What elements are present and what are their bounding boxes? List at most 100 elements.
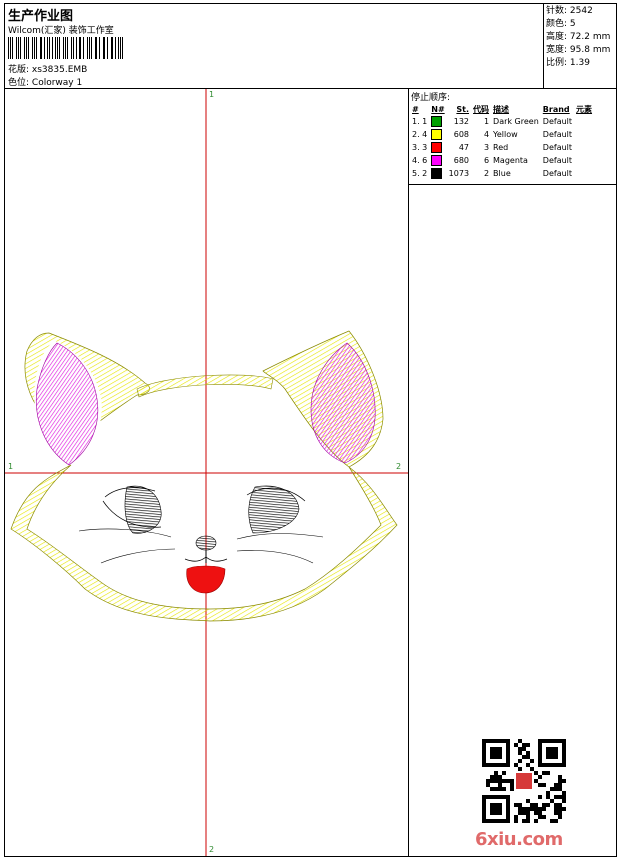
barcode-bar xyxy=(99,37,100,59)
color-description: Red xyxy=(493,143,509,152)
design-label: 花版: xyxy=(8,65,30,75)
spec-height: 高度: 72.2 mm xyxy=(546,32,611,42)
element-cell xyxy=(574,115,594,128)
thread-brand: Default xyxy=(542,156,573,165)
barcode-bar xyxy=(15,37,17,59)
barcode-bar xyxy=(88,37,90,59)
header-info: 生产作业图 Wilcom(汇家) 装饰工作室 花版: xs3835.EMB 色位… xyxy=(5,4,544,88)
stop-sequence-title: 停止顺序: xyxy=(411,93,451,103)
axis-label-top: 1 xyxy=(209,90,215,99)
color-swatch xyxy=(429,154,446,167)
cat-embroidery-design xyxy=(5,89,408,856)
color-swatch-box xyxy=(431,116,443,127)
color-code: 3 xyxy=(483,143,490,152)
col-brand: Brand xyxy=(542,104,570,114)
whisker-right-1 xyxy=(236,533,324,540)
spec-colors: 颜色: 5 xyxy=(546,19,576,29)
color-description: Dark Green xyxy=(493,117,539,126)
thread-brand: Default xyxy=(542,143,573,152)
production-sheet: 生产作业图 Wilcom(汇家) 装饰工作室 花版: xs3835.EMB 色位… xyxy=(4,3,617,857)
table-row: 3. 3 47 3 Red Default xyxy=(410,141,594,154)
barcode-bar xyxy=(72,37,74,59)
barcode-bar xyxy=(80,37,82,59)
stop-sequence-table: # N# St. 代码 描述 Brand 元素 1. 1 132 1 Dark Gre… xyxy=(410,103,594,180)
element-cell xyxy=(574,141,594,154)
element-cell xyxy=(574,154,594,167)
color-swatch-box xyxy=(431,155,443,166)
barcode-bar xyxy=(63,37,64,59)
barcode-bar xyxy=(35,37,37,59)
whisker-left-1 xyxy=(78,528,172,538)
design-specs: 针数: 2542 颜色: 5 高度: 72.2 mm 宽度: 95.8 mm 比… xyxy=(546,5,610,70)
col-code: 代码 xyxy=(473,104,490,114)
barcode-bar xyxy=(20,37,21,59)
barcode xyxy=(8,37,126,59)
color-code: 4 xyxy=(483,130,490,139)
barcode-bar xyxy=(28,37,30,59)
barcode-bar xyxy=(43,37,45,59)
table-divider xyxy=(409,184,616,185)
stop-index: 3. 3 xyxy=(412,143,428,152)
barcode-bar xyxy=(67,37,69,59)
barcode-bar xyxy=(96,37,97,59)
barcode-bar xyxy=(8,37,9,59)
color-swatch-box xyxy=(431,142,443,153)
thread-brand: Default xyxy=(542,169,573,178)
right-eye xyxy=(248,485,300,534)
axis-label-left: 1 xyxy=(8,462,14,471)
sheet-header: 生产作业图 Wilcom(汇家) 装饰工作室 花版: xs3835.EMB 色位… xyxy=(5,4,616,89)
table-row: 2. 4 608 4 Yellow Default xyxy=(410,128,594,141)
colorway-name: Colorway 1 xyxy=(31,78,83,88)
col-description: 描述 xyxy=(493,104,510,114)
color-swatch xyxy=(429,115,446,128)
barcode-bar xyxy=(47,37,49,59)
thread-brand: Default xyxy=(542,117,573,126)
qr-logo-icon xyxy=(516,773,532,789)
stop-index: 5. 2 xyxy=(412,169,428,178)
mouth-tongue xyxy=(186,565,226,594)
barcode-bar xyxy=(23,37,25,59)
stitch-count: 47 xyxy=(458,143,470,152)
color-swatch xyxy=(429,141,446,154)
stop-index: 1. 1 xyxy=(412,117,428,126)
table-header-row: # N# St. 代码 描述 Brand 元素 xyxy=(410,103,594,115)
spec-scale: 比例: 1.39 xyxy=(546,58,590,68)
stitch-count: 1073 xyxy=(448,169,470,178)
table-row: 5. 2 1073 2 Blue Default xyxy=(410,167,594,180)
color-description: Magenta xyxy=(493,156,528,165)
color-swatch xyxy=(429,128,446,141)
col-stitches: St. xyxy=(456,104,470,114)
spec-stitches: 针数: 2542 xyxy=(546,6,593,16)
head-top-band xyxy=(136,374,274,398)
design-preview: 1 2 1 2 xyxy=(5,89,409,856)
stop-index: 2. 4 xyxy=(412,130,428,139)
colorway-line: 色位: Colorway 1 xyxy=(8,75,82,88)
barcode-bar xyxy=(122,37,124,59)
stitch-count: 608 xyxy=(453,130,470,139)
axis-label-bottom: 2 xyxy=(209,845,215,854)
whisker-left-2 xyxy=(100,548,176,564)
sheet-title: 生产作业图 xyxy=(8,9,74,24)
color-swatch-box xyxy=(431,129,443,140)
color-code: 6 xyxy=(483,156,490,165)
table-row: 1. 1 132 1 Dark Green Default xyxy=(410,115,594,128)
table-row: 4. 6 680 6 Magenta Default xyxy=(410,154,594,167)
colorway-label: 色位: xyxy=(8,78,30,88)
color-swatch xyxy=(429,167,446,180)
spec-width: 宽度: 95.8 mm xyxy=(546,45,611,55)
nose xyxy=(195,535,217,551)
color-swatch-box xyxy=(431,168,443,179)
side-panel: 停止顺序: # N# St. 代码 描述 Brand 元素 1. 1 132 1 Da… xyxy=(409,89,616,856)
col-index: # xyxy=(412,104,419,114)
col-element: 元素 xyxy=(576,104,593,114)
barcode-bar xyxy=(59,37,61,59)
element-cell xyxy=(574,167,594,180)
color-code: 1 xyxy=(483,117,490,126)
col-needle: N# xyxy=(431,104,445,114)
stop-index: 4. 6 xyxy=(412,156,428,165)
barcode-bar xyxy=(119,37,121,59)
stitch-count: 132 xyxy=(453,117,470,126)
design-file: xs3835.EMB xyxy=(31,65,88,75)
design-file-line: 花版: xs3835.EMB xyxy=(8,62,87,75)
color-description: Yellow xyxy=(493,130,518,139)
